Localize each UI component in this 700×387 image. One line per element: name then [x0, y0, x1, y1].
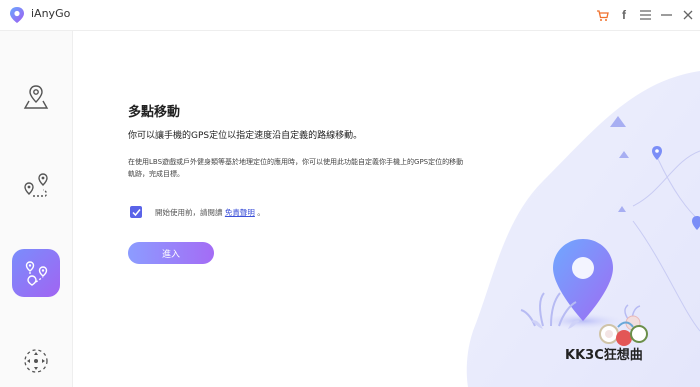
- nav-multi-spot[interactable]: [12, 249, 60, 297]
- map-pin-icon: [23, 85, 49, 109]
- cart-icon[interactable]: [595, 8, 609, 22]
- nav-change-location[interactable]: [12, 73, 60, 121]
- multi-spot-route-icon: [25, 261, 48, 286]
- nav-two-spot[interactable]: [12, 161, 60, 209]
- nav-joystick[interactable]: [12, 337, 60, 385]
- menu-icon[interactable]: [638, 8, 652, 22]
- title-bar: iAnyGo f: [0, 0, 700, 31]
- page-subtitle: 你可以讓手機的GPS定位以指定速度沿自定義的路線移動。: [128, 131, 363, 141]
- close-icon[interactable]: [681, 8, 695, 22]
- two-spot-route-icon: [24, 173, 48, 197]
- page-description: 在使用LBS遊戲或戶外健身類等基於地理定位的應用時，你可以使用此功能自定義你手機…: [128, 158, 464, 178]
- watermark: KK3C狂想曲: [565, 348, 643, 363]
- sidebar: [0, 31, 73, 387]
- app-name: iAnyGo: [31, 7, 71, 20]
- checkmark-icon: [131, 208, 141, 216]
- disclaimer-link[interactable]: 免責聲明: [225, 208, 255, 217]
- app-logo-icon: [10, 7, 24, 23]
- agree-checkbox[interactable]: [130, 206, 142, 218]
- enter-button[interactable]: 進入: [128, 242, 214, 264]
- agreement-suffix: 。: [257, 208, 265, 217]
- agreement-prefix: 開始使用前，請閱讀: [155, 208, 223, 217]
- main-panel: 多點移動 你可以讓手機的GPS定位以指定速度沿自定義的路線移動。 在使用LBS遊…: [73, 31, 700, 387]
- facebook-icon[interactable]: f: [617, 8, 631, 22]
- page-title: 多點移動: [128, 105, 181, 120]
- joystick-icon: [24, 349, 48, 373]
- minimize-icon[interactable]: [659, 8, 673, 22]
- agreement-text: 開始使用前，請閱讀 免責聲明 。: [155, 207, 265, 218]
